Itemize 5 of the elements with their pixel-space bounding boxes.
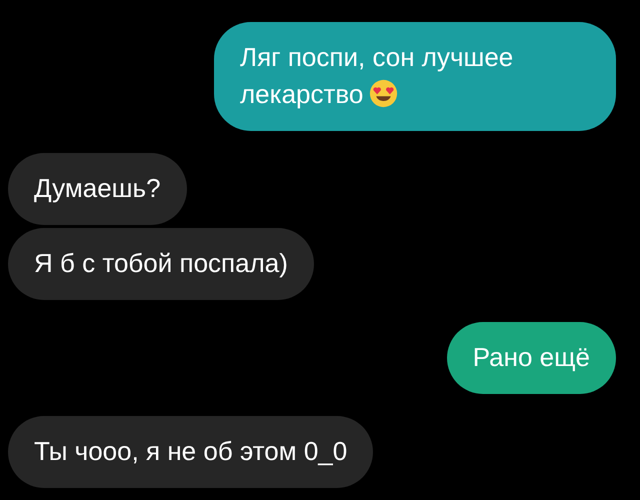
message-text: Рано ещё (472, 342, 590, 372)
message-text: Я б с тобой поспала) (34, 248, 288, 278)
message-text: Думаешь? (34, 173, 161, 203)
message-text: Ты чооо, я не об этом 0_0 (34, 436, 348, 466)
message-text: Ляг поспи, сон лучшее лекарство (240, 42, 514, 109)
